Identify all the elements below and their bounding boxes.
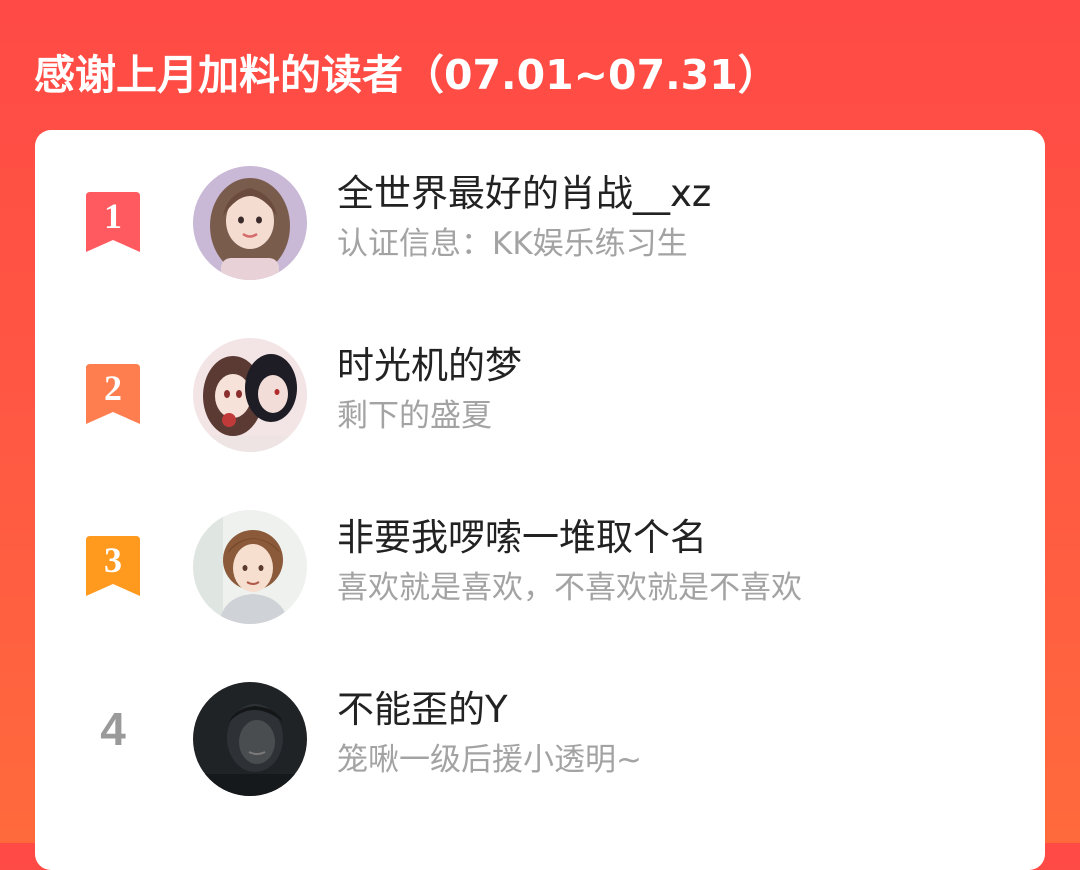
avatar[interactable] [193, 338, 307, 452]
rank-number: 2 [104, 368, 122, 408]
reader-name: 不能歪的Y [337, 688, 508, 731]
list-item[interactable]: 3 非要我啰嗦一堆取个名 喜欢就是喜欢，不喜欢就是不喜欢 [35, 510, 1045, 630]
reader-name: 非要我啰嗦一堆取个名 [337, 516, 707, 559]
list-item[interactable]: 2 时光机的梦 剩下的盛夏 [35, 338, 1045, 458]
reader-subtitle: 喜欢就是喜欢，不喜欢就是不喜欢 [337, 570, 802, 606]
reader-name: 时光机的梦 [337, 344, 522, 387]
rank-badge-1: 1 [83, 192, 143, 252]
rank-number: 3 [104, 540, 122, 580]
avatar[interactable] [193, 682, 307, 796]
rank-number: 1 [104, 196, 122, 236]
rank-number: 4 [100, 703, 126, 755]
rank-badge-3: 3 [83, 536, 143, 596]
list-item[interactable]: 4 不能歪的Y 笼啾一级后援小透明~ [35, 682, 1045, 802]
list-item[interactable]: 1 全世界最好的肖战__xz 认证信息：KK娱乐练习生 [35, 166, 1045, 286]
avatar-anime-couple-icon [193, 338, 307, 452]
avatar-dark-photo-icon [193, 682, 307, 796]
page-title: 感谢上月加料的读者（07.01~07.31） [34, 51, 779, 99]
avatar[interactable] [193, 166, 307, 280]
avatar-girl-long-hair-icon [193, 166, 307, 280]
reader-list-card: 1 全世界最好的肖战__xz 认证信息：KK娱乐练习生 2 时光机的梦 剩下的盛… [35, 130, 1045, 870]
reader-subtitle: 剩下的盛夏 [337, 398, 492, 434]
avatar[interactable] [193, 510, 307, 624]
reader-subtitle: 笼啾一级后援小透明~ [337, 742, 642, 778]
avatar-anime-boy-icon [193, 510, 307, 624]
reader-name: 全世界最好的肖战__xz [337, 172, 712, 215]
rank-badge-2: 2 [83, 364, 143, 424]
reader-subtitle: 认证信息：KK娱乐练习生 [337, 226, 688, 262]
